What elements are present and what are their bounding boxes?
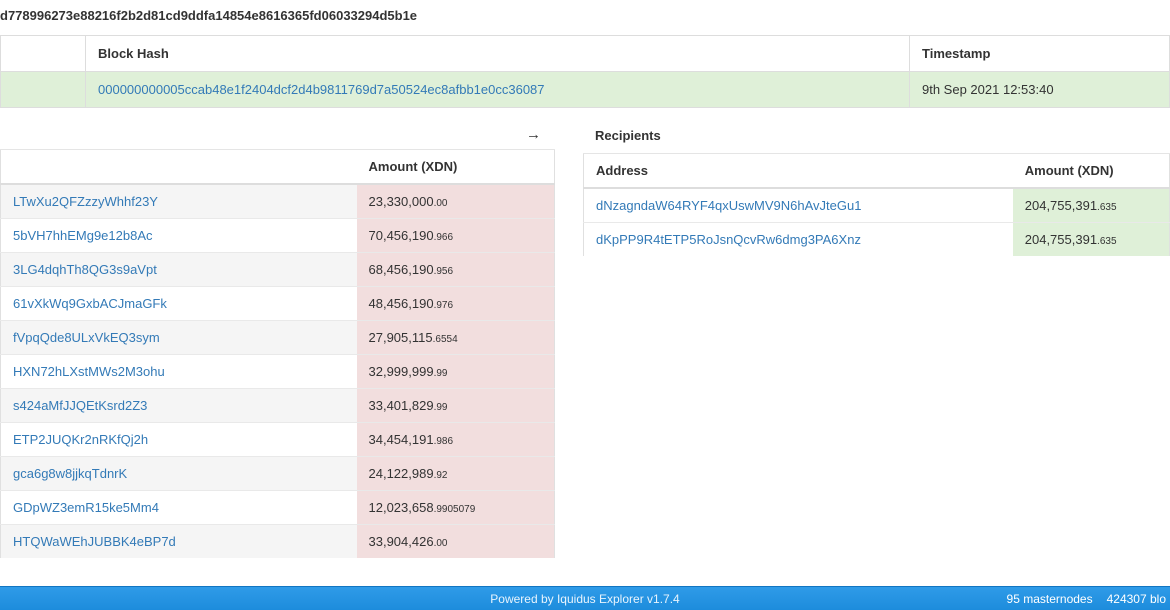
block-header-index [1,36,86,72]
recipients-header-amount: Amount (XDN) [1013,154,1170,188]
senders-header-address [1,150,357,184]
table-row: HXN72hLXstMWs2M3ohu 32,999,999.99 [1,355,555,389]
table-row: gca6g8w8jjkqTdnrK 24,122,989.92 [1,457,555,491]
table-row: 3LG4dqhTh8QG3s9aVpt 68,456,190.956 [1,253,555,287]
sender-amount-cell: 32,999,999.99 [357,355,555,389]
table-row: GDpWZ3emR15ke5Mm4 12,023,658.9905079 [1,491,555,525]
sender-address-cell: 3LG4dqhTh8QG3s9aVpt [1,253,357,287]
sender-address-cell: ETP2JUQKr2nRKfQj2h [1,423,357,457]
recipients-pane: Recipients Address Amount (XDN) dNzagnda… [583,118,1170,256]
sender-amount-cell: 33,904,426.00 [357,525,555,559]
sender-amount-cell: 33,401,829.99 [357,389,555,423]
sender-address-link[interactable]: fVpqQde8ULxVkEQ3sym [13,330,160,345]
table-row: dNzagndaW64RYF4qxUswMV9N6hAvJteGu1 204,75… [584,188,1170,223]
recipients-title: Recipients [583,118,1170,154]
recipient-address-link[interactable]: dNzagndaW64RYF4qxUswMV9N6hAvJteGu1 [596,198,861,213]
sender-address-cell: LTwXu2QFZzzyWhhf23Y [1,184,357,219]
sender-address-link[interactable]: HTQWaWEhJUBBK4eBP7d [13,534,176,549]
sender-amount-cell: 70,456,190.966 [357,219,555,253]
sender-address-cell: s424aMfJJQEtKsrd2Z3 [1,389,357,423]
block-info-table: Block Hash Timestamp 000000000005ccab48e… [0,35,1170,108]
blocks-count: 424307 blo [1107,592,1166,606]
sender-amount-cell: 24,122,989.92 [357,457,555,491]
sender-amount-cell: 34,454,191.986 [357,423,555,457]
sender-address-link[interactable]: HXN72hLXstMWs2M3ohu [13,364,165,379]
table-row: 5bVH7hhEMg9e12b8Ac 70,456,190.966 [1,219,555,253]
block-header-timestamp: Timestamp [910,36,1170,72]
masternodes-count: 95 masternodes [1007,592,1093,606]
arrow-right-icon: → [0,118,555,150]
block-header-hash: Block Hash [86,36,910,72]
sender-address-link[interactable]: 61vXkWq9GxbACJmaGFk [13,296,167,311]
sender-address-cell: gca6g8w8jjkqTdnrK [1,457,357,491]
block-index-cell [1,72,86,108]
sender-address-link[interactable]: 5bVH7hhEMg9e12b8Ac [13,228,153,243]
table-row: LTwXu2QFZzzyWhhf23Y 23,330,000.00 [1,184,555,219]
table-row: dKpPP9R4tETP5RoJsnQcvRw6dmg3PA6Xnz 204,75… [584,223,1170,257]
block-timestamp-cell: 9th Sep 2021 12:53:40 [910,72,1170,108]
block-hash-cell: 000000000005ccab48e1f2404dcf2d4b9811769d… [86,72,910,108]
senders-table: Amount (XDN) LTwXu2QFZzzyWhhf23Y 23,330,0… [0,150,555,558]
sender-address-link[interactable]: 3LG4dqhTh8QG3s9aVpt [13,262,157,277]
sender-address-link[interactable]: gca6g8w8jjkqTdnrK [13,466,127,481]
sender-address-cell: 5bVH7hhEMg9e12b8Ac [1,219,357,253]
sender-address-cell: GDpWZ3emR15ke5Mm4 [1,491,357,525]
senders-pane: → Amount (XDN) LTwXu2QFZzzyWhhf23Y 23,330… [0,118,555,558]
recipient-address-cell: dNzagndaW64RYF4qxUswMV9N6hAvJteGu1 [584,188,1013,223]
sender-address-cell: HTQWaWEhJUBBK4eBP7d [1,525,357,559]
recipient-amount-cell: 204,755,391.635 [1013,188,1170,223]
powered-by-text: Powered by Iquidus Explorer v1.7.4 [490,592,679,606]
sender-amount-cell: 68,456,190.956 [357,253,555,287]
sender-amount-cell: 48,456,190.976 [357,287,555,321]
recipient-address-cell: dKpPP9R4tETP5RoJsnQcvRw6dmg3PA6Xnz [584,223,1013,257]
recipient-address-link[interactable]: dKpPP9R4tETP5RoJsnQcvRw6dmg3PA6Xnz [596,232,861,247]
footer-bar: Powered by Iquidus Explorer v1.7.4 95 ma… [0,586,1170,610]
sender-amount-cell: 23,330,000.00 [357,184,555,219]
table-row: s424aMfJJQEtKsrd2Z3 33,401,829.99 [1,389,555,423]
sender-amount-cell: 27,905,115.6554 [357,321,555,355]
sender-address-link[interactable]: LTwXu2QFZzzyWhhf23Y [13,194,158,209]
recipients-header-address: Address [584,154,1013,188]
table-row: 61vXkWq9GxbACJmaGFk 48,456,190.976 [1,287,555,321]
table-row: fVpqQde8ULxVkEQ3sym 27,905,115.6554 [1,321,555,355]
block-hash-link[interactable]: 000000000005ccab48e1f2404dcf2d4b9811769d… [98,82,545,97]
transaction-hash: d778996273e88216f2b2d81cd9ddfa14854e8616… [0,0,1170,35]
recipients-table: Address Amount (XDN) dNzagndaW64RYF4qxUs… [583,154,1170,256]
sender-address-link[interactable]: s424aMfJJQEtKsrd2Z3 [13,398,147,413]
table-row: ETP2JUQKr2nRKfQj2h 34,454,191.986 [1,423,555,457]
sender-address-cell: 61vXkWq9GxbACJmaGFk [1,287,357,321]
sender-amount-cell: 12,023,658.9905079 [357,491,555,525]
recipient-amount-cell: 204,755,391.635 [1013,223,1170,257]
sender-address-cell: fVpqQde8ULxVkEQ3sym [1,321,357,355]
sender-address-cell: HXN72hLXstMWs2M3ohu [1,355,357,389]
senders-header-amount: Amount (XDN) [357,150,555,184]
sender-address-link[interactable]: GDpWZ3emR15ke5Mm4 [13,500,159,515]
sender-address-link[interactable]: ETP2JUQKr2nRKfQj2h [13,432,148,447]
table-row: HTQWaWEhJUBBK4eBP7d 33,904,426.00 [1,525,555,559]
